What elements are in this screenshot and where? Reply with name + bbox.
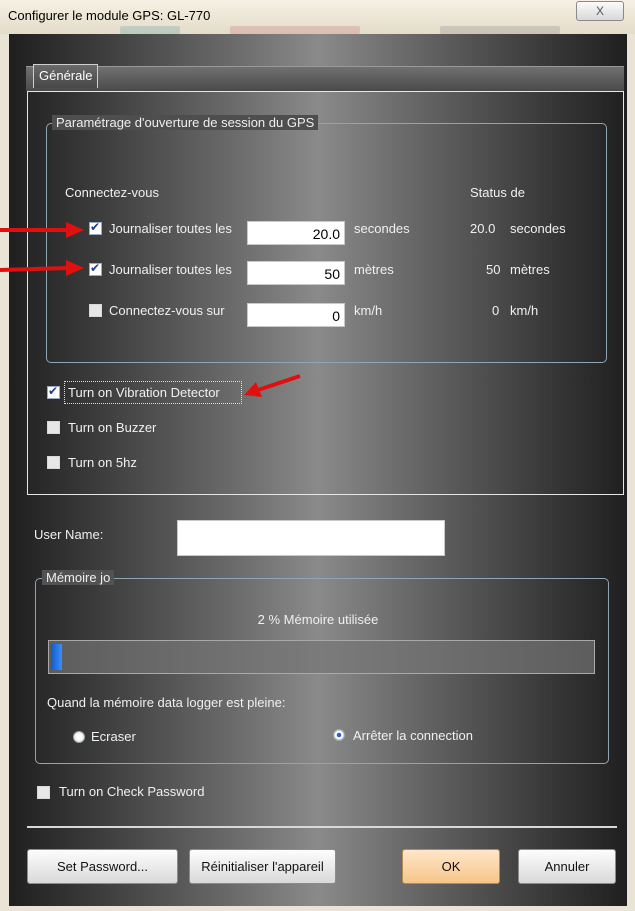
overwrite-radio[interactable] <box>73 731 85 743</box>
log-seconds-input[interactable]: 20.0 <box>247 221 345 245</box>
check-password-checkbox[interactable] <box>37 786 50 799</box>
dialog-window: Configurer le module GPS: GL-770 X Génér… <box>0 0 635 911</box>
annotation-arrow-icon <box>0 260 84 276</box>
user-name-label: User Name: <box>34 527 104 542</box>
status-speed-value: 0 <box>492 303 500 318</box>
blurred-background-strip <box>230 26 360 34</box>
stop-connection-label: Arrêter la connection <box>353 728 473 743</box>
session-group-legend: Paramétrage d'ouverture de session du GP… <box>52 115 319 130</box>
tab-generale[interactable]: Générale <box>33 64 99 88</box>
status-speed-unit: km/h <box>510 303 539 318</box>
speed-label: Connectez-vous sur <box>109 303 225 318</box>
buzzer-checkbox[interactable] <box>47 421 60 434</box>
speed-checkbox[interactable] <box>89 304 102 317</box>
vibration-detector-label: Turn on Vibration Detector <box>68 385 220 400</box>
bottom-separator <box>27 826 617 828</box>
ok-button[interactable]: OK <box>402 849 500 884</box>
status-seconds-value: 20.0 <box>470 221 496 236</box>
stop-connection-radio[interactable] <box>333 729 345 741</box>
title-bar[interactable]: Configurer le module GPS: GL-770 X <box>0 0 635 34</box>
set-password-button[interactable]: Set Password... <box>27 849 178 884</box>
log-meters-checkbox[interactable] <box>89 261 102 276</box>
status-meters-value: 50 <box>486 262 501 277</box>
tab-strip <box>26 66 624 91</box>
user-name-input[interactable] <box>177 520 445 556</box>
speed-input[interactable]: 0 <box>247 303 345 327</box>
status-meters-unit: mètres <box>510 262 550 277</box>
memory-full-label: Quand la mémoire data logger est pleine: <box>47 695 286 710</box>
annotation-arrow-icon <box>244 374 301 397</box>
memory-usage-text: 2 % Mémoire utilisée <box>257 612 379 627</box>
dialog-client-area: Générale Paramétrage d'ouverture de sess… <box>9 34 627 906</box>
memory-progress-bar <box>48 640 595 674</box>
log-meters-input[interactable]: 50 <box>247 261 345 285</box>
vibration-detector-checkbox[interactable] <box>47 384 60 399</box>
cancel-button[interactable]: Annuler <box>518 849 616 884</box>
blurred-background-strip <box>120 26 180 34</box>
status-header: Status de <box>470 185 525 200</box>
check-password-label: Turn on Check Password <box>59 784 205 799</box>
memory-group-legend: Mémoire jo <box>42 570 115 585</box>
window-title: Configurer le module GPS: GL-770 <box>8 8 211 23</box>
log-seconds-label: Journaliser toutes les <box>109 221 232 236</box>
reset-device-button[interactable]: Réinitialiser l'appareil <box>189 849 336 884</box>
close-button[interactable]: X <box>576 1 624 21</box>
blurred-background-strip <box>440 26 560 34</box>
log-meters-label: Journaliser toutes les <box>109 262 232 277</box>
5hz-label: Turn on 5hz <box>68 455 137 470</box>
status-seconds-unit: secondes <box>510 221 566 236</box>
log-seconds-checkbox[interactable] <box>89 220 102 235</box>
connect-header: Connectez-vous <box>65 185 159 200</box>
log-seconds-unit: secondes <box>354 221 410 236</box>
memory-progress-fill <box>51 644 62 670</box>
annotation-arrow-icon <box>0 222 84 238</box>
log-meters-unit: mètres <box>354 262 394 277</box>
speed-unit: km/h <box>354 303 383 318</box>
5hz-checkbox[interactable] <box>47 456 60 469</box>
overwrite-label: Ecraser <box>91 729 136 744</box>
close-icon: X <box>595 4 604 18</box>
buzzer-label: Turn on Buzzer <box>68 420 157 435</box>
